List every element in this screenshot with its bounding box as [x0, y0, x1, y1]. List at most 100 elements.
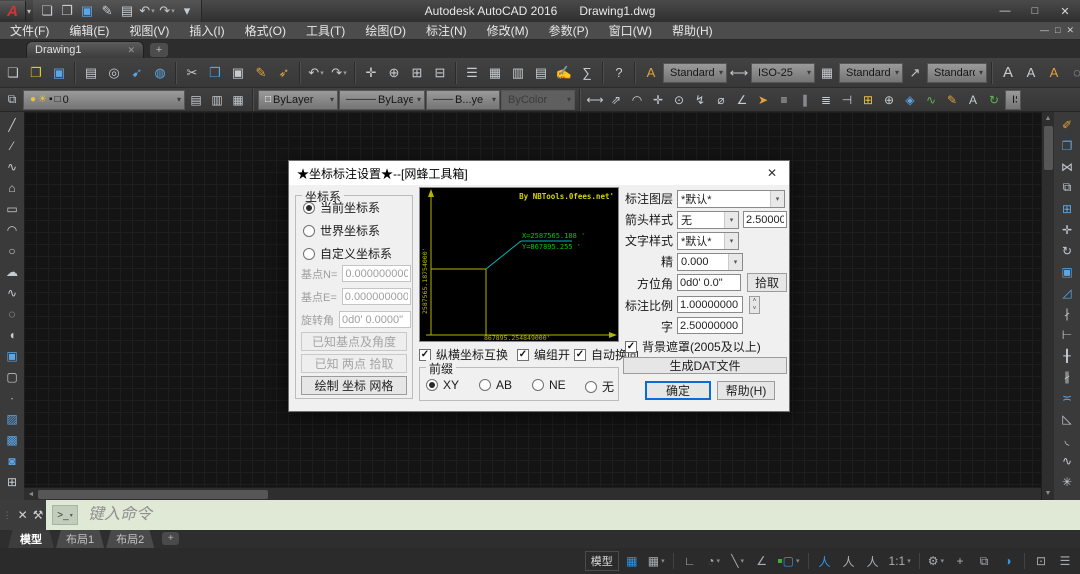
- vertical-scrollbar[interactable]: ▲ ▼: [1041, 112, 1054, 500]
- spinner-up-icon[interactable]: ˄: [750, 297, 759, 305]
- sheet-set-manager-icon[interactable]: ▤: [530, 62, 552, 84]
- rotation-field[interactable]: [339, 311, 411, 328]
- menu-draw[interactable]: 绘图(D): [355, 22, 416, 39]
- draw-revcloud-icon[interactable]: ☁: [2, 261, 23, 282]
- annotation-visibility-icon[interactable]: 人: [814, 551, 836, 571]
- tab-layout1[interactable]: 布局1: [56, 530, 104, 548]
- maximize-icon[interactable]: □: [1020, 0, 1050, 22]
- menu-insert[interactable]: 插入(I): [179, 22, 234, 39]
- file-tab-close-icon[interactable]: ✕: [127, 45, 135, 56]
- drag-handle-icon[interactable]: ⋮: [3, 510, 13, 521]
- offset-icon[interactable]: ⧉: [1057, 177, 1078, 198]
- table-icon[interactable]: ⊞: [2, 471, 23, 492]
- draw-polyline-icon[interactable]: ∿: [2, 156, 23, 177]
- menu-format[interactable]: 格式(O): [235, 22, 296, 39]
- make-block-icon[interactable]: ▢: [2, 366, 23, 387]
- linetype-select[interactable]: ———ByLayer▾: [339, 90, 425, 110]
- break-icon[interactable]: ∦: [1057, 366, 1078, 387]
- copy-icon[interactable]: ❒: [204, 62, 226, 84]
- menu-window[interactable]: 窗口(W): [599, 22, 662, 39]
- dim-text-edit-icon[interactable]: A: [963, 90, 983, 110]
- horizontal-scrollbar[interactable]: ◄: [24, 487, 1041, 500]
- zoom-realtime-icon[interactable]: ⊕: [383, 62, 405, 84]
- prefix-xy-radio[interactable]: XY: [426, 378, 459, 392]
- arrow-size-field[interactable]: [743, 211, 787, 228]
- menu-edit[interactable]: 编辑(E): [59, 22, 119, 39]
- qat-new-icon[interactable]: ❏: [37, 0, 57, 22]
- quick-calc-icon[interactable]: ∑: [576, 62, 598, 84]
- graphics-performance-icon[interactable]: ◑: [997, 551, 1019, 571]
- scale-icon[interactable]: ▣: [1057, 261, 1078, 282]
- logo-chevron-down-icon[interactable]: ▾: [27, 7, 31, 16]
- horizontal-scroll-thumb[interactable]: [38, 490, 268, 499]
- ortho-mode-icon[interactable]: ∟: [679, 551, 701, 571]
- new-layout-button[interactable]: +: [162, 532, 179, 545]
- zoom-previous-icon[interactable]: ⊟: [429, 62, 451, 84]
- prefix-ne-radio[interactable]: NE: [532, 378, 566, 392]
- dim-scale-field[interactable]: [677, 296, 743, 313]
- annotation-monitor-plus-icon[interactable]: +: [949, 551, 971, 571]
- scroll-up-icon[interactable]: ▲: [1042, 112, 1054, 125]
- base-n-field[interactable]: [342, 265, 411, 282]
- mirror-icon[interactable]: ⋈: [1057, 156, 1078, 177]
- draw-coordinate-grid-button[interactable]: 绘制 坐标 网格: [301, 376, 407, 395]
- draw-construction-line-icon[interactable]: ⁄: [2, 135, 23, 156]
- workspace-switching-gear-icon[interactable]: ⚙▾: [925, 551, 947, 571]
- cut-icon[interactable]: ✂: [181, 62, 203, 84]
- dim-aligned-icon[interactable]: ⇗: [606, 90, 626, 110]
- pick-button[interactable]: 拾取: [747, 273, 787, 292]
- command-prompt-icon[interactable]: >_▾: [52, 505, 78, 525]
- background-mask-checkbox[interactable]: ✓ 背景遮罩(2005及以上): [625, 338, 761, 355]
- autocad-logo-icon[interactable]: A: [0, 1, 26, 21]
- vertical-scroll-thumb[interactable]: [1044, 126, 1053, 170]
- qat-saveas-icon[interactable]: ✎: [97, 0, 117, 22]
- qat-redo-icon[interactable]: ↷: [157, 0, 177, 22]
- generate-dat-button[interactable]: 生成DAT文件: [623, 357, 787, 374]
- draw-line-icon[interactable]: ╱: [2, 114, 23, 135]
- quick-select-icon[interactable]: ➶: [273, 62, 295, 84]
- layer-properties-icon[interactable]: ⧉: [2, 90, 22, 110]
- prefix-none-radio[interactable]: 无: [585, 378, 614, 395]
- open-file-icon[interactable]: ❐: [25, 62, 47, 84]
- isometric-drafting-icon[interactable]: ╲▾: [727, 551, 749, 571]
- dim-diameter-icon[interactable]: ⌀: [711, 90, 731, 110]
- draw-spline-icon[interactable]: ∿: [2, 282, 23, 303]
- annotation-scale-icon[interactable]: 人: [862, 551, 884, 571]
- file-tab-drawing1[interactable]: Drawing1 ✕: [26, 41, 144, 58]
- text-scale-icon[interactable]: A: [997, 62, 1019, 84]
- doc-restore-icon[interactable]: □: [1055, 25, 1060, 36]
- scroll-left-icon[interactable]: ◄: [24, 491, 38, 498]
- properties-palette-icon[interactable]: ☰: [461, 62, 483, 84]
- paste-icon[interactable]: ▣: [227, 62, 249, 84]
- minimize-icon[interactable]: —: [990, 0, 1020, 22]
- dim-jogged-icon[interactable]: ↯: [690, 90, 710, 110]
- known-base-angle-button[interactable]: 已知基点及角度: [301, 332, 407, 351]
- doc-close-icon[interactable]: ✕: [1066, 25, 1074, 36]
- table-style-icon[interactable]: ▦: [816, 62, 838, 84]
- arrow-style-select[interactable]: 无▾: [677, 211, 739, 229]
- qat-undo-icon[interactable]: ↶: [137, 0, 157, 22]
- gradient-icon[interactable]: ▩: [2, 429, 23, 450]
- tab-layout2[interactable]: 布局2: [106, 530, 154, 548]
- qat-open-icon[interactable]: ❐: [57, 0, 77, 22]
- command-close-icon[interactable]: ✕: [18, 508, 28, 522]
- dim-continue-icon[interactable]: ∥: [795, 90, 815, 110]
- blend-curves-icon[interactable]: ∿: [1057, 450, 1078, 471]
- stretch-icon[interactable]: ◿: [1057, 282, 1078, 303]
- dim-jog-line-icon[interactable]: ∿: [921, 90, 941, 110]
- qat-plot-icon[interactable]: ▤: [117, 0, 137, 22]
- polar-tracking-icon[interactable]: ◔▾: [703, 551, 725, 571]
- dim-angular-icon[interactable]: ∠: [732, 90, 752, 110]
- join-icon[interactable]: ≍: [1057, 387, 1078, 408]
- trim-icon[interactable]: ∤: [1057, 303, 1078, 324]
- undo-icon[interactable]: ↶: [305, 62, 327, 84]
- dim-style-icon[interactable]: ⟷: [728, 62, 750, 84]
- dim-ordinate-icon[interactable]: ✛: [648, 90, 668, 110]
- layer-previous-icon[interactable]: ▥: [207, 90, 227, 110]
- draw-arc-icon[interactable]: ◠: [2, 219, 23, 240]
- draw-ellipse-arc-icon[interactable]: ◖: [2, 324, 23, 345]
- redo-icon[interactable]: ↷: [328, 62, 350, 84]
- find-text-icon[interactable]: ◌: [1066, 62, 1080, 84]
- make-layer-current-icon[interactable]: ▤: [186, 90, 206, 110]
- help-button[interactable]: 帮助(H): [717, 381, 775, 400]
